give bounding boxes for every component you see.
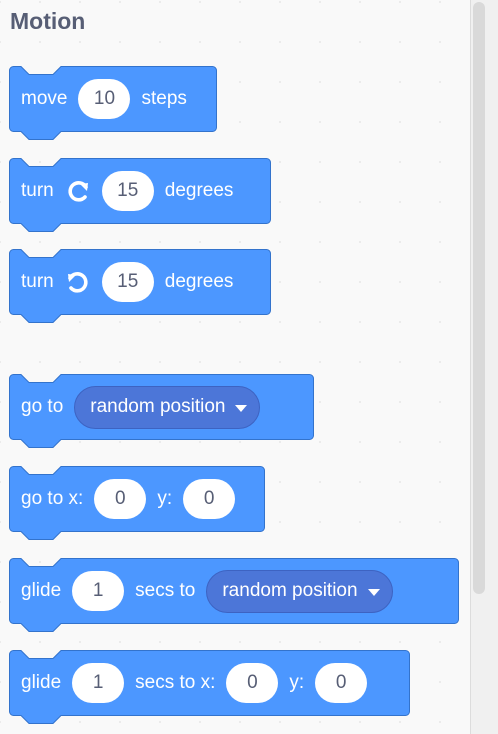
secs-to-label: secs to xyxy=(135,580,196,601)
target-dropdown[interactable]: random position xyxy=(206,569,393,613)
caret-down-icon xyxy=(235,404,248,412)
degrees-label: degrees xyxy=(164,180,234,201)
glide-to-block[interactable]: glide 1 secs to random position xyxy=(9,558,459,632)
glide-label: glide xyxy=(21,672,62,693)
y-input[interactable]: 0 xyxy=(183,479,236,519)
degrees-input[interactable]: 15 xyxy=(101,171,154,211)
y-input[interactable]: 0 xyxy=(315,663,368,703)
target-dropdown[interactable]: random position xyxy=(74,385,261,429)
go-to-xy-block[interactable]: go to x: 0 y: 0 xyxy=(9,466,265,540)
turn-label: turn xyxy=(21,271,54,292)
glide-xy-block[interactable]: glide 1 secs to x: 0 y: 0 xyxy=(9,650,410,724)
move-label: move xyxy=(21,88,68,109)
turn-right-block[interactable]: turn 15 degrees xyxy=(9,158,271,232)
secs-input[interactable]: 1 xyxy=(72,663,125,703)
y-label: y: xyxy=(157,488,173,509)
x-input[interactable]: 0 xyxy=(226,663,279,703)
move-steps-block[interactable]: move 10 steps xyxy=(9,66,217,140)
caret-down-icon xyxy=(367,588,380,596)
turn-left-block[interactable]: turn 15 degrees xyxy=(9,249,271,323)
rotate-right-icon xyxy=(65,178,91,204)
category-title: Motion xyxy=(10,8,86,34)
target-value: random position xyxy=(90,396,226,417)
secs-input[interactable]: 1 xyxy=(72,571,125,611)
go-to-x-label: go to x: xyxy=(21,488,84,509)
glide-label: glide xyxy=(21,580,62,601)
turn-label: turn xyxy=(21,180,54,201)
blocks-palette: Motion move 10 steps turn 15 degrees tur… xyxy=(0,0,470,734)
steps-input[interactable]: 10 xyxy=(78,79,131,119)
go-to-label: go to xyxy=(21,396,64,417)
scrollbar-thumb[interactable] xyxy=(473,2,485,594)
rotate-left-icon xyxy=(65,269,91,295)
degrees-label: degrees xyxy=(164,271,234,292)
target-value: random position xyxy=(222,580,358,601)
go-to-block[interactable]: go to random position xyxy=(9,374,314,448)
x-input[interactable]: 0 xyxy=(94,479,147,519)
y-label: y: xyxy=(289,672,305,693)
steps-label: steps xyxy=(141,88,187,109)
secs-to-x-label: secs to x: xyxy=(135,672,216,693)
degrees-input[interactable]: 15 xyxy=(101,262,154,302)
